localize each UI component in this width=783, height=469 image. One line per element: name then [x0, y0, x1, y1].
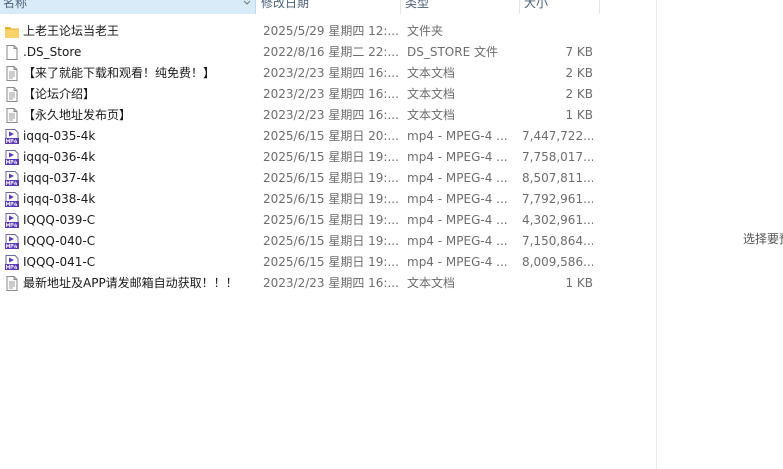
- mp4-video-icon: [4, 170, 20, 187]
- file-date: 2025/6/15 星期日 19:...: [263, 255, 399, 269]
- file-size: 7,447,722...: [522, 129, 593, 143]
- file-row[interactable]: 【永久地址发布页】 2023/2/23 星期四 16:... 文本文档 1 KB: [0, 105, 600, 126]
- file-name: 【来了就能下载和观看！纯免费！】: [23, 66, 216, 80]
- file-row[interactable]: 【来了就能下载和观看！纯免费！】 2023/2/23 星期四 16:... 文本文档…: [0, 63, 600, 84]
- file-size: 7 KB: [565, 45, 593, 59]
- file-type: 文本文档: [407, 87, 456, 101]
- text-document-icon: [4, 86, 20, 103]
- preview-message: 选择要预览的文件。: [743, 232, 783, 246]
- file-date: 2023/2/23 星期四 16:...: [263, 66, 399, 80]
- file-row[interactable]: 最新地址及APP请发邮箱自动获取！！！ 2023/2/23 星期四 16:... 文…: [0, 273, 600, 294]
- file-name: iqqq-037-4k: [23, 171, 96, 185]
- file-name: 上老王论坛当老王: [23, 24, 120, 38]
- file-type: mp4 - MPEG-4 ...: [407, 234, 508, 248]
- column-header-date[interactable]: 修改日期: [258, 0, 401, 14]
- file-list: 名称 修改日期 类型 大小 上老王论坛当老王 2025/5/29 星期四 12:.…: [0, 0, 656, 469]
- file-row[interactable]: 上老王论坛当老王 2025/5/29 星期四 12:... 文件夹: [0, 21, 600, 42]
- file-row[interactable]: iqqq-038-4k 2025/6/15 星期日 19:... mp4 - MPE…: [0, 189, 600, 210]
- file-name: 【论坛介绍】: [23, 87, 96, 101]
- text-document-icon: [4, 65, 20, 82]
- mp4-video-icon: [4, 233, 20, 250]
- file-type: mp4 - MPEG-4 ...: [407, 129, 508, 143]
- file-name: iqqq-036-4k: [23, 150, 96, 164]
- file-type: DS_STORE 文件: [407, 45, 498, 59]
- file-date: 2023/2/23 星期四 16:...: [263, 276, 399, 290]
- file-type: mp4 - MPEG-4 ...: [407, 150, 508, 164]
- mp4-video-icon: [4, 212, 20, 229]
- file-size: 7,150,864...: [522, 234, 593, 248]
- file-type: 文本文档: [407, 108, 456, 122]
- file-size: 8,009,586...: [522, 255, 593, 269]
- file-date: 2022/8/16 星期二 22:...: [263, 45, 399, 59]
- file-size: 2 KB: [565, 66, 593, 80]
- file-row[interactable]: iqqq-036-4k 2025/6/15 星期日 19:... mp4 - MPE…: [0, 147, 600, 168]
- mp4-video-icon: [4, 128, 20, 145]
- file-row[interactable]: 【论坛介绍】 2023/2/23 星期四 16:... 文本文档 2 KB: [0, 84, 600, 105]
- column-header-type[interactable]: 类型: [402, 0, 520, 14]
- file-name: iqqq-038-4k: [23, 192, 96, 206]
- file-row[interactable]: .DS_Store 2022/8/16 星期二 22:... DS_STORE 文件…: [0, 42, 600, 63]
- file-size: 8,507,811...: [522, 171, 593, 185]
- file-name: iqqq-035-4k: [23, 129, 96, 143]
- generic-file-icon: [4, 44, 20, 61]
- file-type: mp4 - MPEG-4 ...: [407, 171, 508, 185]
- file-type: 文件夹: [407, 24, 444, 38]
- file-name: IQQQ-041-C: [23, 255, 96, 269]
- file-date: 2025/6/15 星期日 19:...: [263, 150, 399, 164]
- file-date: 2025/6/15 星期日 20:...: [263, 129, 399, 143]
- file-type: 文本文档: [407, 66, 456, 80]
- file-row[interactable]: iqqq-037-4k 2025/6/15 星期日 19:... mp4 - MPE…: [0, 168, 600, 189]
- file-date: 2023/2/23 星期四 16:...: [263, 108, 399, 122]
- file-date: 2023/2/23 星期四 16:...: [263, 87, 399, 101]
- file-date: 2025/5/29 星期四 12:...: [263, 24, 399, 38]
- file-date: 2025/6/15 星期日 19:...: [263, 171, 399, 185]
- mp4-video-icon: [4, 191, 20, 208]
- column-header-name-label: 名称: [3, 0, 28, 10]
- mp4-video-icon: [4, 254, 20, 271]
- file-name: 最新地址及APP请发邮箱自动获取！！！: [23, 276, 238, 290]
- file-date: 2025/6/15 星期日 19:...: [263, 234, 399, 248]
- file-row[interactable]: IQQQ-039-C 2025/6/15 星期日 19:... mp4 - MPEG…: [0, 210, 600, 231]
- column-header-row: 名称 修改日期 类型 大小: [0, 0, 600, 14]
- sort-chevron-icon: [243, 0, 251, 5]
- file-size: 1 KB: [565, 108, 593, 122]
- column-header-name[interactable]: 名称: [0, 0, 256, 14]
- file-size: 4,302,961...: [522, 213, 593, 227]
- mp4-video-icon: [4, 149, 20, 166]
- file-size: 2 KB: [565, 87, 593, 101]
- file-row[interactable]: IQQQ-041-C 2025/6/15 星期日 19:... mp4 - MPEG…: [0, 252, 600, 273]
- file-type: mp4 - MPEG-4 ...: [407, 255, 508, 269]
- file-size: 7,758,017...: [522, 150, 593, 164]
- file-name: IQQQ-039-C: [23, 213, 96, 227]
- file-type: mp4 - MPEG-4 ...: [407, 213, 508, 227]
- preview-pane: 选择要预览的文件。: [656, 0, 783, 469]
- file-name: 【永久地址发布页】: [23, 108, 132, 122]
- file-date: 2025/6/15 星期日 19:...: [263, 213, 399, 227]
- file-row[interactable]: iqqq-035-4k 2025/6/15 星期日 20:... mp4 - MPE…: [0, 126, 600, 147]
- file-size: 7,792,961...: [522, 192, 593, 206]
- column-header-size[interactable]: 大小: [521, 0, 600, 14]
- file-date: 2025/6/15 星期日 19:...: [263, 192, 399, 206]
- file-type: mp4 - MPEG-4 ...: [407, 192, 508, 206]
- file-type: 文本文档: [407, 276, 456, 290]
- file-size: 1 KB: [565, 276, 593, 290]
- text-document-icon: [4, 107, 20, 124]
- folder-icon: [4, 23, 20, 40]
- file-name: .DS_Store: [23, 45, 82, 59]
- text-document-icon: [4, 275, 20, 292]
- file-row[interactable]: IQQQ-040-C 2025/6/15 星期日 19:... mp4 - MPEG…: [0, 231, 600, 252]
- file-name: IQQQ-040-C: [23, 234, 96, 248]
